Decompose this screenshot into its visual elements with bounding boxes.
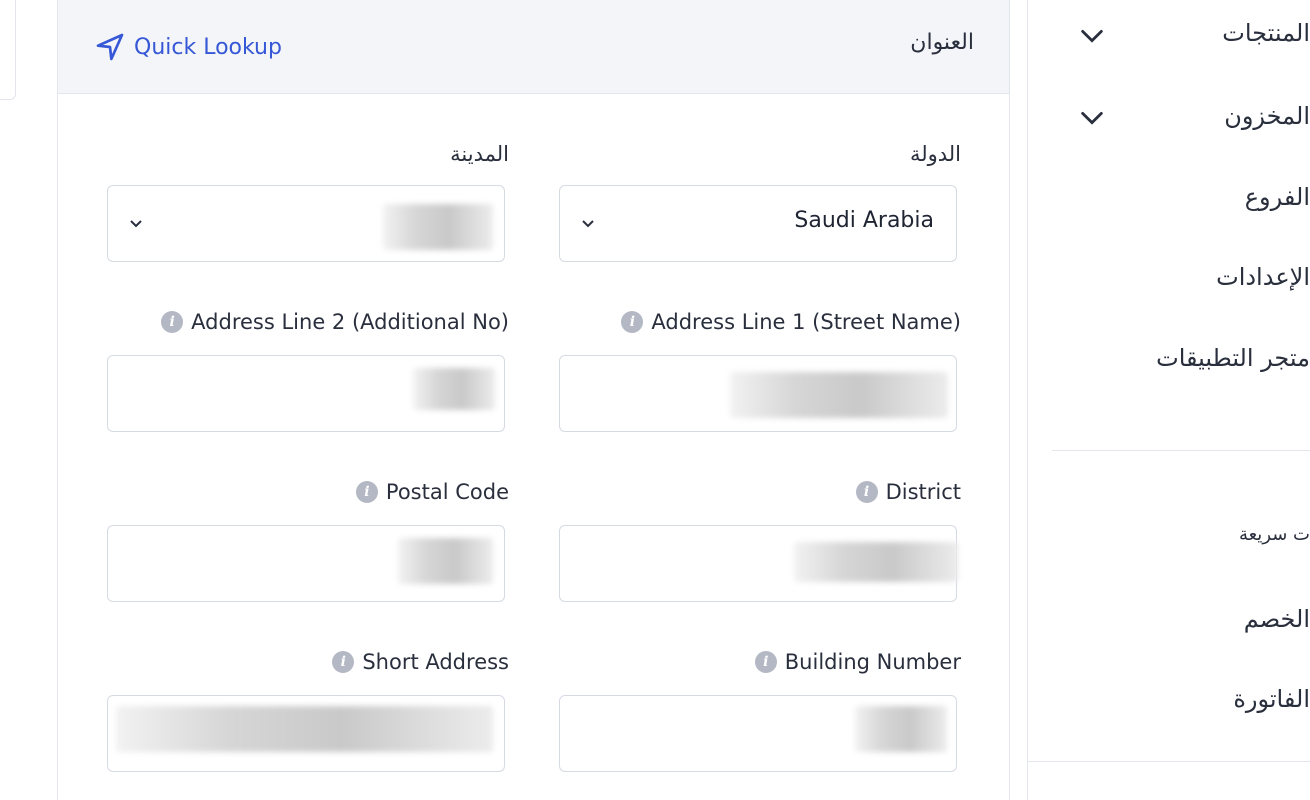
address-line-1-input[interactable] [559, 355, 957, 432]
chevron-down-icon[interactable] [1078, 104, 1106, 132]
info-icon[interactable]: i [355, 481, 378, 503]
city-label-text: المدينة [450, 142, 509, 166]
address-line-1-label: i Address Line 1 (Street Name) [621, 310, 961, 334]
panel-header: Quick Lookup العنوان [58, 0, 1009, 94]
district-value-redacted [794, 542, 958, 582]
chevron-down-icon [130, 220, 142, 228]
postal-code-label-text: Postal Code [385, 480, 509, 504]
country-select[interactable]: Saudi Arabia [559, 185, 957, 262]
city-select[interactable] [107, 185, 505, 262]
quick-lookup-label: Quick Lookup [134, 34, 282, 60]
info-icon[interactable]: i [161, 311, 184, 333]
info-icon[interactable]: i [621, 311, 644, 333]
building-number-input[interactable] [559, 695, 957, 772]
sidebar-bottom-divider [1028, 761, 1310, 762]
postal-code-input[interactable] [107, 525, 505, 602]
short-address-value-redacted [116, 706, 493, 752]
district-input[interactable] [559, 525, 958, 602]
building-number-value-redacted [855, 706, 947, 752]
sidebar-item-app-store[interactable]: متجر التطبيقات [1156, 344, 1310, 372]
chevron-down-icon[interactable] [1078, 22, 1106, 50]
panel-title: العنوان [910, 30, 974, 55]
info-icon[interactable]: i [754, 651, 777, 673]
info-icon[interactable]: i [332, 651, 355, 673]
country-value: Saudi Arabia [794, 208, 934, 233]
city-label: المدينة [450, 142, 509, 166]
country-label: الدولة [910, 142, 961, 166]
district-label: i District [855, 480, 961, 504]
building-number-label-text: Building Number [784, 650, 961, 674]
sidebar-item-quick-actions[interactable]: ت سريعة [1239, 524, 1310, 545]
address-line-2-label: i Address Line 2 (Additional No) [161, 310, 509, 334]
city-value-redacted [383, 204, 493, 250]
address-panel: Quick Lookup العنوان الدولة Saudi Arabia… [57, 0, 1010, 800]
address-line-2-input[interactable] [107, 355, 505, 432]
building-number-label: i Building Number [754, 650, 961, 674]
address-line-1-value-redacted [730, 372, 948, 418]
quick-lookup-button[interactable]: Quick Lookup [94, 31, 282, 63]
postal-code-label: i Postal Code [355, 480, 509, 504]
sidebar-item-inventory[interactable]: المخزون [1224, 102, 1310, 130]
sidebar: المنتجات المخزون الفروع الإعدادات متجر ا… [1027, 0, 1310, 800]
sidebar-divider [1052, 450, 1310, 451]
address-line-2-label-text: Address Line 2 (Additional No) [191, 310, 509, 334]
left-card-edge [0, 0, 16, 100]
district-label-text: District [885, 480, 961, 504]
sidebar-item-settings[interactable]: الإعدادات [1216, 263, 1310, 291]
sidebar-item-discount[interactable]: الخصم [1244, 605, 1310, 633]
address-line-1-label-text: Address Line 1 (Street Name) [651, 310, 961, 334]
short-address-label-text: Short Address [362, 650, 509, 674]
postal-code-value-redacted [398, 538, 493, 584]
info-icon[interactable]: i [855, 481, 878, 503]
short-address-label: i Short Address [332, 650, 509, 674]
address-line-2-value-redacted [413, 368, 495, 410]
navigation-arrow-icon [96, 33, 124, 61]
sidebar-item-invoice[interactable]: الفاتورة [1233, 685, 1310, 713]
sidebar-item-branches[interactable]: الفروع [1245, 183, 1310, 211]
sidebar-item-products[interactable]: المنتجات [1222, 19, 1310, 47]
chevron-down-icon [582, 220, 594, 228]
country-label-text: الدولة [909, 142, 961, 166]
short-address-input[interactable] [107, 695, 505, 772]
